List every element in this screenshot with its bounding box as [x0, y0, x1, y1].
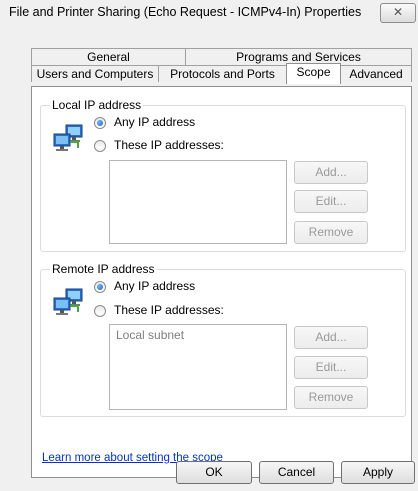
list-item[interactable]: Local subnet: [116, 328, 184, 342]
remote-these-ips-label: These IP addresses:: [114, 303, 224, 317]
radio-selected-dot: [97, 120, 103, 126]
tab-general[interactable]: General: [31, 48, 186, 65]
local-remove-button[interactable]: Remove: [294, 221, 368, 244]
apply-button[interactable]: Apply: [341, 461, 415, 484]
close-icon: ✕: [392, 5, 404, 19]
local-any-ip-radio[interactable]: [94, 117, 106, 129]
network-computers-icon: [53, 288, 83, 315]
remote-ip-list[interactable]: Local subnet: [109, 324, 287, 410]
remote-any-ip-radio[interactable]: [94, 281, 106, 293]
local-ip-list[interactable]: [109, 160, 287, 244]
ok-button[interactable]: OK: [176, 461, 252, 484]
local-add-button[interactable]: Add...: [294, 161, 368, 184]
local-edit-button[interactable]: Edit...: [294, 190, 368, 213]
network-computers-icon: [53, 124, 83, 151]
tab-protocols-and-ports[interactable]: Protocols and Ports: [158, 65, 287, 82]
remote-these-ips-radio[interactable]: [94, 305, 106, 317]
tab-users-and-computers[interactable]: Users and Computers: [31, 65, 159, 82]
remote-remove-button[interactable]: Remove: [294, 386, 368, 409]
tab-scope[interactable]: Scope: [286, 63, 341, 84]
title-bar: File and Printer Sharing (Echo Request -…: [0, 0, 418, 28]
radio-selected-dot: [97, 284, 103, 290]
local-any-ip-label: Any IP address: [114, 115, 196, 129]
remote-add-button[interactable]: Add...: [294, 326, 368, 349]
remote-ip-group-title: Remote IP address: [50, 262, 157, 276]
remote-any-ip-label: Any IP address: [114, 279, 196, 293]
close-button[interactable]: ✕: [380, 3, 416, 23]
local-these-ips-label: These IP addresses:: [114, 138, 224, 152]
tab-advanced[interactable]: Advanced: [340, 65, 412, 82]
remote-edit-button[interactable]: Edit...: [294, 356, 368, 379]
local-these-ips-radio[interactable]: [94, 140, 106, 152]
window-title: File and Printer Sharing (Echo Request -…: [9, 5, 362, 19]
cancel-button[interactable]: Cancel: [259, 461, 334, 484]
local-ip-group-title: Local IP address: [50, 98, 144, 112]
